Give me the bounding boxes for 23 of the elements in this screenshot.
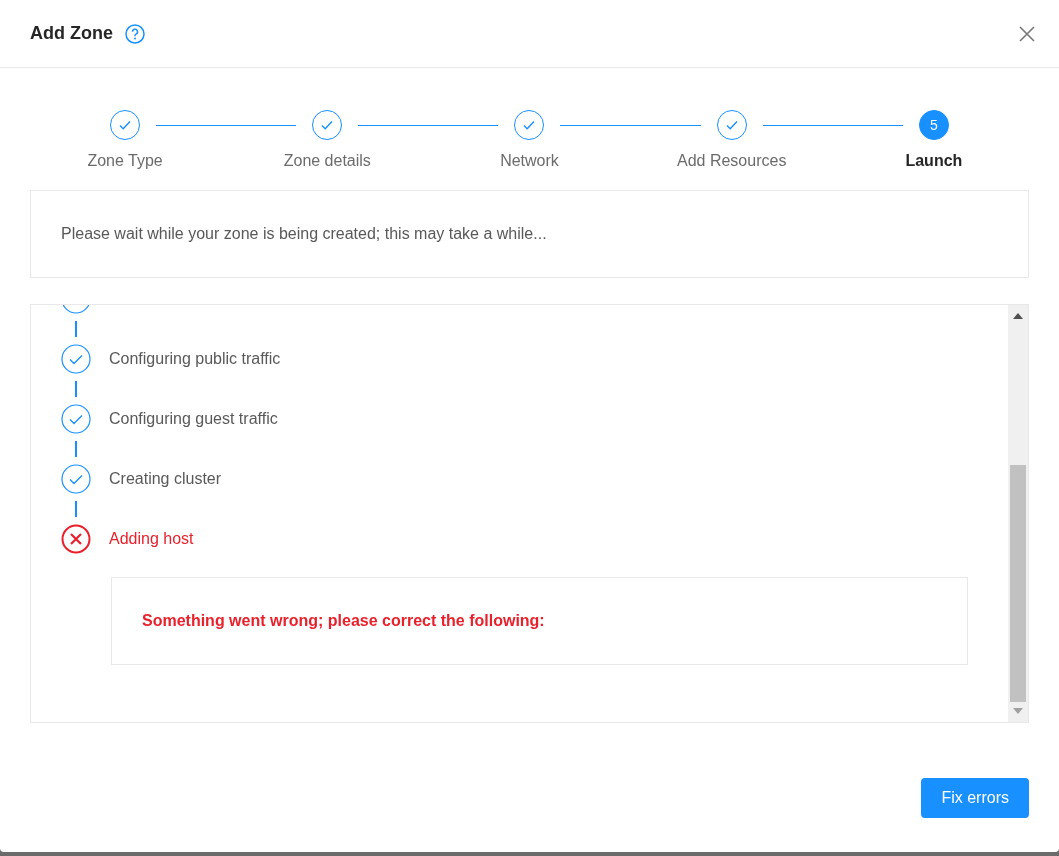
step-number: 5 (930, 117, 938, 133)
check-icon (320, 118, 335, 132)
step-label: Add Resources (677, 152, 787, 170)
progress-step-label: Creating cluster (109, 470, 222, 488)
scroll-down-icon[interactable] (1013, 708, 1023, 714)
scrollbar[interactable] (1008, 305, 1028, 722)
check-icon (724, 118, 739, 132)
fix-errors-button[interactable]: Fix errors (921, 778, 1029, 818)
step-label: Zone details (283, 152, 371, 170)
check-icon (118, 118, 133, 132)
progress-step-label: Configuring public traffic (109, 350, 281, 368)
step-label: Zone Type (87, 152, 163, 170)
error-message: Something went wrong; please correct the following: (142, 612, 545, 630)
progress-step-label: Adding host (109, 530, 194, 548)
close-icon (1019, 25, 1035, 42)
help-icon[interactable] (125, 23, 145, 44)
step-label: Network (500, 152, 559, 170)
scroll-up-icon[interactable] (1013, 313, 1023, 319)
progress-step-label: Configuring guest traffic (109, 410, 278, 428)
step-label: Launch (905, 152, 963, 170)
check-icon (522, 118, 537, 132)
dialog-title: Add Zone (30, 23, 113, 44)
info-message: Please wait while your zone is being created; this may take a while... (61, 225, 547, 243)
